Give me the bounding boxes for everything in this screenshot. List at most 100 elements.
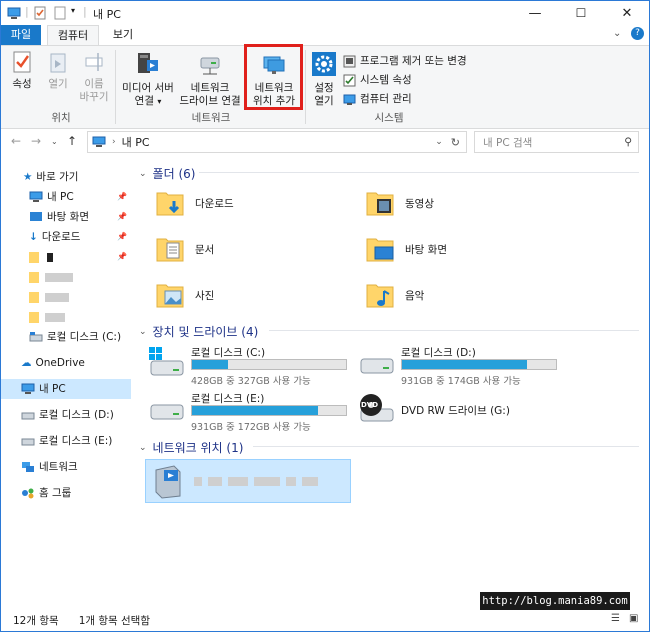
folder-icon: [29, 291, 39, 303]
pin-icon: 📌: [117, 232, 127, 241]
drive-c[interactable]: 로컬 디스크 (C:) 428GB 중 327GB 사용 가능: [147, 345, 347, 387]
drive-d-free: 931GB 중 174GB 사용 가능: [401, 376, 521, 387]
drive-e[interactable]: 로컬 디스크 (E:) 931GB 중 172GB 사용 가능: [147, 391, 347, 433]
collapse-chevron-icon[interactable]: ⌄: [139, 327, 147, 337]
status-item-count: 12개 항목: [13, 614, 59, 627]
up-arrow-icon[interactable]: ↑: [67, 134, 77, 148]
watermark: http://blog.mania89.com: [480, 592, 630, 610]
drive-d[interactable]: 로컬 디스크 (D:) 931GB 중 174GB 사용 가능: [357, 345, 557, 387]
large-icons-view-icon[interactable]: ▣: [629, 613, 638, 624]
nav-this-pc[interactable]: 내 PC: [1, 379, 131, 399]
open-button[interactable]: 열기: [41, 50, 75, 91]
settings-gear-icon: [312, 52, 336, 76]
drive-d-usage-fill: [402, 360, 528, 369]
pictures-folder-icon: [156, 284, 184, 308]
nav-desktop-label: 바탕 화면: [47, 211, 89, 223]
nav-homegroup[interactable]: 홈 그룹: [1, 483, 131, 503]
rename-button[interactable]: 이름 바꾸기: [75, 50, 113, 104]
open-settings-button[interactable]: 설정 열기: [307, 50, 341, 108]
breadcrumb-chevron-icon[interactable]: ›: [112, 137, 116, 147]
nav-redacted-folder[interactable]: [1, 307, 131, 327]
refresh-icon[interactable]: ↻: [451, 136, 460, 149]
tab-file[interactable]: 파일: [1, 25, 41, 45]
computer-management-button[interactable]: 컴퓨터 관리: [343, 90, 412, 108]
breadcrumb-this-pc[interactable]: 내 PC: [122, 134, 150, 150]
folder-pictures[interactable]: 사진: [155, 279, 214, 311]
media-server-button[interactable]: 미디어 서버 연결 ▾: [119, 50, 177, 108]
nav-network-label: 네트워크: [39, 461, 78, 473]
properties-quick-icon[interactable]: [33, 6, 47, 20]
add-network-location-button[interactable]: 네트워크 위치 추가: [248, 50, 300, 108]
rename-label-2: 바꾸기: [79, 91, 109, 103]
network-icon: [22, 462, 34, 472]
folder-downloads[interactable]: 다운로드: [155, 187, 234, 219]
nav-onedrive[interactable]: ☁ OneDrive: [1, 353, 131, 373]
add-location-label-1: 네트워크: [254, 82, 294, 94]
drive-icon: [360, 358, 394, 374]
address-bar[interactable]: › 내 PC ⌄ ↻: [87, 131, 467, 153]
system-properties-button[interactable]: 시스템 속성: [343, 71, 412, 89]
drive-icon: [21, 438, 35, 446]
drive-c-usage-bar: [191, 359, 347, 370]
nav-redacted-folder[interactable]: [1, 287, 131, 307]
map-drive-label-1: 네트워크: [190, 82, 230, 94]
settings-label-2: 열기: [314, 95, 334, 107]
nav-homegroup-label: 홈 그룹: [39, 487, 72, 499]
nav-local-disk-e[interactable]: 로컬 디스크 (E:): [1, 431, 131, 451]
drive-c-free: 428GB 중 327GB 사용 가능: [191, 376, 311, 387]
nav-this-pc-quick[interactable]: 내 PC 📌: [1, 187, 131, 207]
nav-local-d-label: 로컬 디스크 (D:): [39, 409, 114, 421]
drive-e-usage-fill: [192, 406, 318, 415]
nav-redacted-folder[interactable]: 📌: [1, 247, 131, 267]
nav-local-disk-c-quick[interactable]: 로컬 디스크 (C:): [1, 327, 131, 347]
tab-view[interactable]: 보기: [103, 25, 143, 45]
recent-locations-icon[interactable]: ⌄: [51, 137, 58, 146]
windows-drive-icon: [149, 347, 184, 376]
maximize-button[interactable]: ☐: [558, 1, 604, 25]
collapse-chevron-icon[interactable]: ⌄: [139, 443, 147, 453]
uninstall-program-button[interactable]: 프로그램 제거 또는 변경: [343, 52, 467, 70]
nav-downloads[interactable]: ↓ 다운로드 📌: [1, 227, 131, 247]
nav-redacted-folder[interactable]: [1, 267, 131, 287]
minimize-button[interactable]: —: [512, 1, 558, 25]
settings-label-1: 설정: [314, 82, 334, 94]
collapse-chevron-icon[interactable]: ⌄: [139, 169, 147, 179]
folder-music[interactable]: 음악: [365, 279, 424, 311]
open-label: 열기: [48, 78, 68, 90]
forward-arrow-icon[interactable]: →: [31, 134, 41, 148]
folder-documents[interactable]: 문서: [155, 233, 214, 265]
computer-icon: [29, 191, 43, 202]
folder-pictures-label: 사진: [195, 289, 215, 302]
nav-local-disk-d[interactable]: 로컬 디스크 (D:): [1, 405, 131, 425]
properties-icon: [13, 51, 31, 73]
nav-quick-access[interactable]: ★ 바로 가기: [1, 167, 131, 187]
nav-desktop[interactable]: 바탕 화면 📌: [1, 207, 131, 227]
quick-access-dropdown-icon[interactable]: ▾: [71, 6, 75, 15]
devices-section-header[interactable]: ⌄ 장치 및 드라이브 (4): [139, 323, 258, 340]
folders-section-header[interactable]: ⌄ 폴더 (6): [139, 165, 195, 182]
network-section-header[interactable]: ⌄ 네트워크 위치 (1): [139, 439, 243, 456]
downloads-folder-icon: [156, 192, 184, 216]
drive-c-usage-fill: [192, 360, 229, 369]
folder-videos[interactable]: 동영상: [365, 187, 434, 219]
back-arrow-icon[interactable]: ←: [11, 134, 21, 148]
close-button[interactable]: ✕: [604, 1, 650, 25]
properties-button[interactable]: 속성: [5, 50, 39, 91]
nav-network[interactable]: 네트워크: [1, 457, 131, 477]
search-box[interactable]: 내 PC 검색 ⚲: [474, 131, 639, 153]
address-dropdown-icon[interactable]: ⌄: [435, 137, 443, 147]
drive-d-name: 로컬 디스크 (D:): [401, 347, 476, 359]
nav-local-c-label: 로컬 디스크 (C:): [47, 331, 122, 343]
pin-icon: 📌: [117, 252, 127, 261]
tab-computer[interactable]: 컴퓨터: [47, 25, 99, 45]
network-location-item[interactable]: [145, 459, 351, 503]
help-icon[interactable]: ?: [631, 27, 644, 40]
new-folder-quick-icon[interactable]: [53, 6, 67, 20]
ribbon-collapse-icon[interactable]: ⌄: [613, 28, 621, 39]
folder-downloads-label: 다운로드: [195, 197, 234, 210]
folder-desktop[interactable]: 바탕 화면: [365, 233, 447, 265]
map-network-drive-button[interactable]: 네트워크 드라이브 연결: [177, 50, 243, 108]
map-drive-label-2: 드라이브 연결: [179, 95, 241, 107]
drive-g[interactable]: DVD DVD RW 드라이브 (G:): [357, 391, 557, 431]
details-view-icon[interactable]: ☰: [611, 613, 620, 624]
